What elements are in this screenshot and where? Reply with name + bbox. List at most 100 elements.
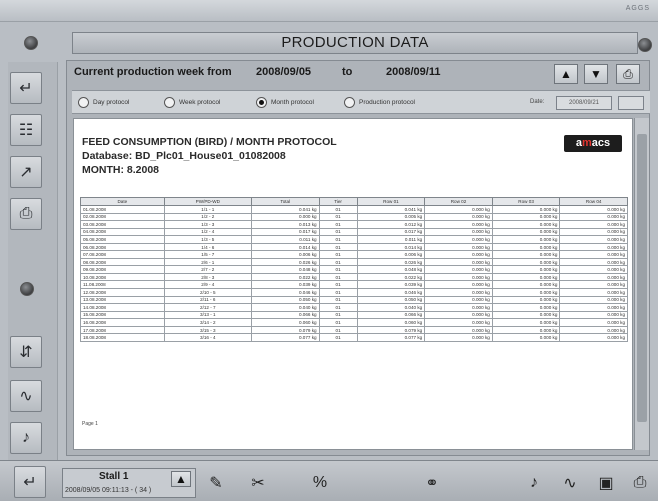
table-cell: 0.000 kg — [491, 265, 561, 274]
table-cell: 01 — [318, 325, 358, 335]
table-cell: 0.000 kg — [491, 333, 561, 342]
speaker-icon: ♪ — [530, 474, 538, 491]
table-row: 10.08.2008 2/8 - 3 0.022 kg 01 0.022 kg 0.000… — [80, 272, 628, 282]
chain-button[interactable]: ⚭ — [418, 470, 446, 496]
adjust-icon: ⇵ — [19, 344, 33, 361]
table-row: 08.08.2008 2/6 - 1 0.026 kg 01 0.026 kg 0.000… — [80, 257, 628, 267]
table-cell: 1/2 - 4 — [163, 227, 252, 237]
table-cell: 3/14 - 2 — [163, 318, 252, 327]
table-cell: 1/3 - 5 — [163, 235, 252, 244]
report-month: MONTH: 8.2008 — [82, 164, 160, 176]
table-cell: 3/15 - 3 — [163, 325, 252, 335]
enter-button[interactable]: ↵ — [10, 72, 42, 104]
table-cell: 3/13 - 1 — [163, 310, 252, 320]
table-row: 04.08.2008 1/2 - 4 0.017 kg 01 0.017 kg 0.000… — [80, 227, 628, 237]
table-cell: 0.000 kg — [559, 235, 628, 244]
table-cell: 0.000 kg — [424, 220, 493, 229]
table-cell: 01 — [318, 288, 358, 297]
pen-icon: ✎ — [209, 475, 223, 492]
stall-name: Stall 1 — [99, 471, 129, 482]
graph-button[interactable]: ∿ — [10, 380, 42, 412]
knob-icon — [638, 38, 652, 52]
document-button[interactable]: ☷ — [10, 114, 42, 146]
radio-month-protocol[interactable]: Month protocol — [256, 97, 314, 108]
print-button[interactable]: ⎙ — [616, 64, 640, 84]
ratio-button[interactable]: % — [306, 470, 334, 496]
table-cell: 0.000 kg — [424, 257, 493, 267]
date-picker-button[interactable] — [618, 96, 644, 110]
table-cell: 0.050 kg — [356, 295, 426, 305]
report-scrollbar[interactable] — [634, 118, 649, 450]
table-cell: 0.000 kg — [559, 212, 628, 222]
column-header: Date — [80, 197, 165, 206]
graph-button[interactable]: ∿ — [556, 470, 584, 496]
table-cell: 0.046 kg — [356, 288, 426, 297]
table-cell: 0.006 kg — [250, 250, 320, 259]
stall-up-button[interactable]: ▲ — [171, 471, 191, 487]
table-cell: 1/1 - 1 — [163, 205, 252, 214]
radio-production-protocol[interactable]: Production protocol — [344, 97, 415, 108]
chart-button[interactable]: ↗ — [10, 156, 42, 188]
table-row: 16.08.2008 3/14 - 2 0.060 kg 01 0.060 kg 0.00… — [80, 318, 628, 327]
triangle-down-icon: ▼ — [590, 67, 602, 81]
page-label: Page 1 — [82, 421, 98, 427]
knob-icon — [20, 282, 34, 296]
table-cell: 0.000 kg — [491, 295, 561, 305]
adjust-button[interactable]: ⇵ — [10, 336, 42, 368]
date-field[interactable]: 2008/09/21 — [556, 96, 612, 110]
scroll-thumb[interactable] — [637, 134, 647, 422]
week-label: Current production week from — [74, 66, 232, 78]
speaker-button[interactable]: ♪ — [520, 470, 548, 496]
stall-selector[interactable]: Stall 1 2008/09/05 09:11:13 - ( 34 ) ▲ — [62, 468, 196, 498]
camera-button[interactable]: ▣ — [592, 470, 620, 496]
table-cell: 0.000 kg — [559, 303, 628, 312]
print-footer-button[interactable]: ⎙ — [626, 470, 654, 496]
table-cell: 2/7 - 2 — [163, 265, 252, 274]
table-cell: 10.08.2008 — [80, 272, 165, 282]
report-view: FEED CONSUMPTION (BIRD) / MONTH PROTOCOL… — [73, 118, 633, 450]
report-database: Database: BD_Plc01_House01_01082008 — [82, 150, 286, 162]
table-cell: 0.000 kg — [491, 288, 561, 297]
table-row: 11.08.2008 2/9 - 4 0.039 kg 01 0.039 kg 0.000… — [80, 280, 628, 289]
table-cell: 0.000 kg — [491, 250, 561, 259]
table-cell: 0.000 kg — [424, 265, 493, 274]
print-data-button[interactable]: ⎙ — [10, 198, 42, 230]
prev-week-button[interactable]: ▲ — [554, 64, 578, 84]
table-cell: 0.026 kg — [356, 257, 426, 267]
table-cell: 0.000 kg — [424, 272, 493, 282]
table-cell: 0.079 kg — [250, 325, 320, 335]
table-cell: 0.000 kg — [491, 325, 561, 335]
table-cell: 0.046 kg — [250, 288, 320, 297]
protocol-selector: Day protocol Week protocol Month protoco… — [72, 90, 650, 114]
table-row: 14.08.2008 2/12 - 7 0.040 kg 01 0.040 kg 0.00… — [80, 303, 628, 312]
speaker-button[interactable]: ♪ — [10, 422, 42, 454]
table-row: 12.08.2008 2/10 - 5 0.046 kg 01 0.046 kg 0.00… — [80, 288, 628, 297]
table-cell: 0.000 kg — [491, 227, 561, 237]
table-cell: 0.060 kg — [356, 318, 426, 327]
table-cell: 0.048 kg — [356, 265, 426, 274]
enter-icon: ↵ — [19, 80, 33, 97]
table-cell: 0.000 kg — [491, 212, 561, 222]
table-cell: 01 — [318, 250, 358, 259]
table-cell: 0.040 kg — [250, 303, 320, 312]
column-header: Row 04 — [559, 197, 628, 206]
table-cell: 09.08.2008 — [80, 265, 165, 274]
table-cell: 01 — [318, 318, 358, 327]
next-week-button[interactable]: ▼ — [584, 64, 608, 84]
radio-week-protocol[interactable]: Week protocol — [164, 97, 220, 108]
table-cell: 15.08.2008 — [80, 310, 165, 320]
printer-icon: ⎙ — [19, 205, 33, 222]
radio-day-protocol[interactable]: Day protocol — [78, 97, 130, 108]
table-cell: 12.08.2008 — [80, 288, 165, 297]
pen-button[interactable]: ✎ — [202, 470, 230, 496]
column-header: Row 02 — [424, 197, 493, 206]
feed-table: Date PW/PD-WD Total Tier Row 01 Row 02 Row 03 R… — [80, 197, 628, 342]
printer-icon: ⎙ — [623, 66, 633, 81]
table-cell: 0.000 kg — [424, 295, 493, 305]
table-cell: 0.026 kg — [250, 257, 320, 267]
scissors-button[interactable]: ✂ — [244, 470, 272, 496]
back-button[interactable]: ↵ — [14, 466, 46, 498]
document-icon: ☷ — [18, 122, 34, 139]
table-cell: 0.000 kg — [491, 272, 561, 282]
table-cell: 0.000 kg — [559, 280, 628, 289]
